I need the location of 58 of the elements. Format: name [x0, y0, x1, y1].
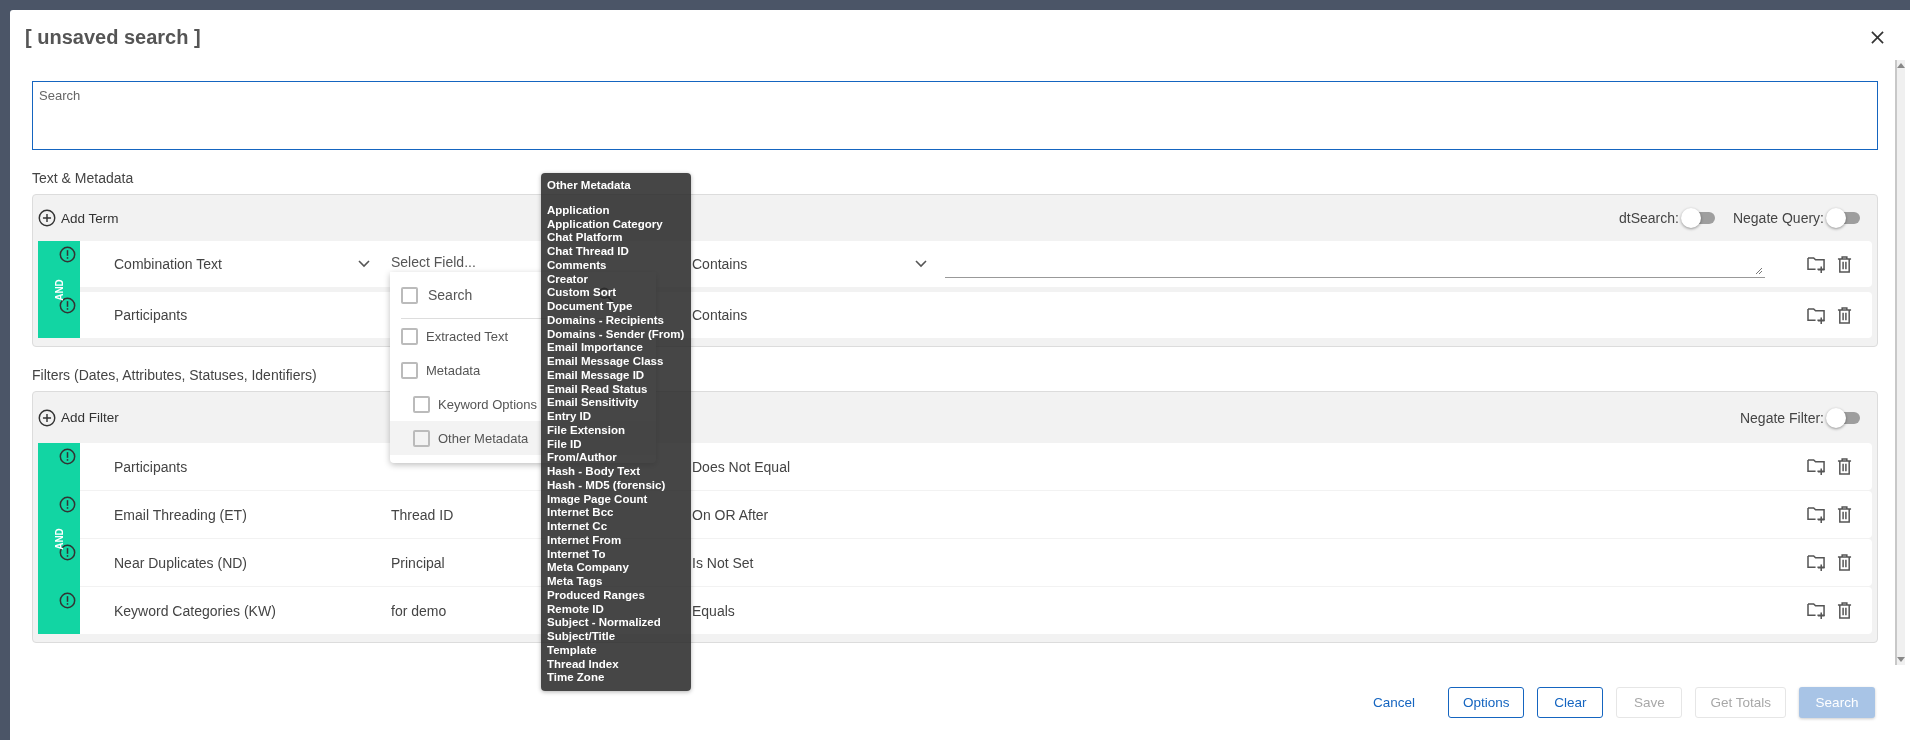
tooltip-item: Time Zone [547, 671, 606, 685]
tooltip-item: Application Category [547, 217, 664, 232]
row-field: Thread ID [391, 506, 454, 523]
tooltip-title: Other Metadata [547, 179, 632, 193]
tooltip-item: Template [547, 643, 598, 658]
tooltip-item: Email Read Status [547, 382, 649, 397]
section-heading: Text & Metadata [32, 170, 134, 187]
tooltip-item: Email Message Class [547, 355, 665, 369]
row-type: Combination Text [114, 256, 222, 272]
row-type: Email Threading (ET) [114, 506, 247, 523]
toggle-label: Negate Query: [1732, 210, 1824, 226]
row-operator: Is Not Set [692, 554, 754, 571]
connector-label: AND [53, 527, 65, 550]
tooltip-item: Thread Index [547, 657, 620, 672]
item-label: Extracted Text [426, 328, 509, 344]
tooltip-item: Subject - Normalized [547, 616, 662, 630]
tooltip-item: Entry ID [547, 410, 593, 424]
connector-label: AND [53, 278, 65, 301]
tooltip-item: Meta Company [547, 561, 630, 575]
tooltip-item: Email Message ID [547, 368, 646, 383]
row-operator: On OR After [692, 506, 769, 523]
tooltip-item: File ID [547, 437, 583, 452]
tooltip-item: Domains - Sender (From) [547, 327, 685, 342]
tooltip-item: Email Importance [547, 341, 644, 355]
tooltip-item: Meta Tags [547, 575, 604, 589]
row-type: Near Duplicates (ND) [114, 554, 248, 571]
tooltip-item: Internet To [547, 547, 607, 562]
row-type: Participants [114, 307, 188, 323]
tooltip-item: Application [547, 203, 611, 218]
tooltip-item: Chat Platform [547, 231, 624, 245]
tooltip-item: Comments [547, 258, 608, 273]
row-field: for demo [391, 602, 447, 619]
dialog-title: [ unsaved search ] [25, 25, 201, 49]
row-operator: Contains [692, 256, 748, 272]
tooltip-item: File Extension [547, 423, 626, 438]
toggle-label: Negate Filter: [1739, 409, 1824, 426]
section-heading: Filters (Dates, Attributes, Statuses, Identifiers) [32, 367, 317, 384]
row-field: Principal [391, 554, 445, 571]
row-operator: Does Not Equal [692, 458, 791, 475]
tooltip-item: Hash - MD5 (forensic) [547, 478, 667, 493]
tooltip-item: Produced Ranges [547, 588, 646, 603]
item-label: Keyword Options [438, 396, 537, 412]
item-label: Other Metadata [438, 430, 529, 446]
row-operator: Equals [692, 602, 735, 619]
tooltip-item: Hash - Body Text [547, 465, 642, 479]
tooltip-item: Domains - Recipients [547, 313, 665, 328]
tooltip-item: Internet From [547, 533, 623, 548]
tooltip-item: Subject/Title [547, 630, 617, 644]
toggle-label: dtSearch: [1619, 210, 1679, 226]
row-type: Keyword Categories (KW) [114, 602, 276, 619]
item-label: Metadata [426, 362, 481, 378]
row-type: Participants [114, 458, 188, 475]
tooltip-item: Remote ID [547, 602, 605, 617]
tooltip-item: Email Sensitivity [547, 396, 640, 410]
tooltip-item: Internet Bcc [547, 506, 615, 520]
tooltip-item: Internet Cc [547, 520, 609, 534]
row-operator: Contains [692, 307, 748, 323]
tooltip-item: Image Page Count [547, 492, 649, 507]
